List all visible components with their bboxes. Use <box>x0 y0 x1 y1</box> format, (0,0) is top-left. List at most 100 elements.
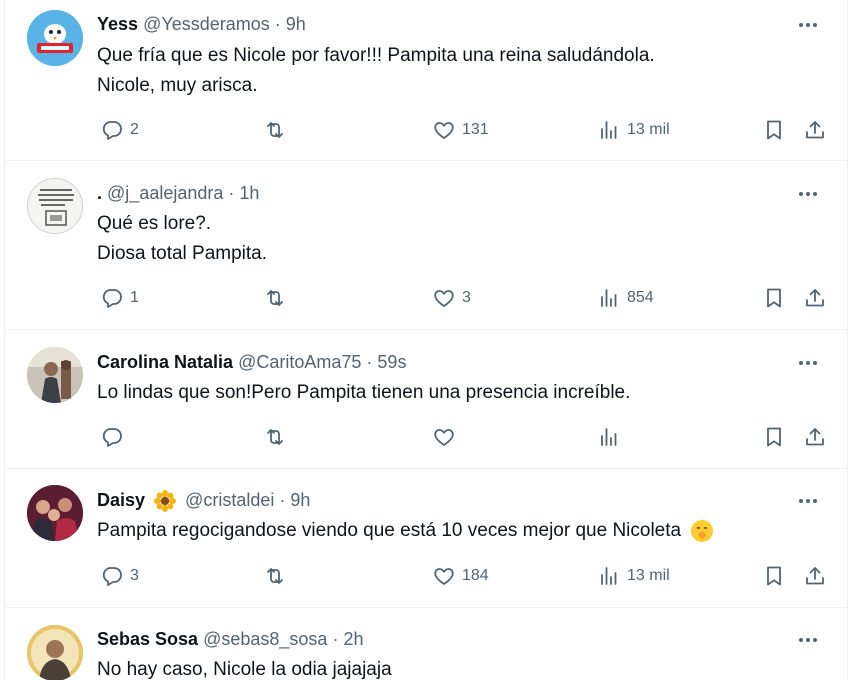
like-button[interactable] <box>432 423 462 451</box>
retweet-icon <box>267 429 283 445</box>
avatar[interactable] <box>27 178 83 234</box>
retweet-icon <box>267 290 283 306</box>
action-bar <box>97 423 837 451</box>
like-count: 3 <box>462 289 471 306</box>
view-count: 13 mil <box>627 121 670 138</box>
tweet-header: Sebas Sosa @sebas8_sosa · 2h <box>97 627 364 651</box>
handle[interactable]: @sebas8_sosa <box>203 629 327 649</box>
text-note-avatar-icon <box>28 179 82 233</box>
share-button[interactable] <box>803 423 827 451</box>
reply-button[interactable]: 3 <box>100 562 139 590</box>
like-button[interactable]: 184 <box>432 562 489 590</box>
action-bar: 3 184 13 mil <box>97 562 837 590</box>
avatar[interactable] <box>27 10 83 66</box>
reply-button[interactable]: 2 <box>100 116 139 144</box>
bookmark-button[interactable] <box>762 116 786 144</box>
handle[interactable]: @CaritoAma75 <box>238 352 361 372</box>
display-name[interactable]: . <box>97 183 102 203</box>
analytics-icon <box>601 567 617 585</box>
bookmark-icon <box>767 120 781 140</box>
tweet-2[interactable]: . @j_aalejandra · 1h Qué es lore?. Diosa… <box>5 161 847 329</box>
more-options-icon[interactable] <box>797 16 819 34</box>
timestamp[interactable]: 2h <box>343 629 363 649</box>
heart-icon <box>434 122 454 139</box>
heart-icon <box>434 568 454 585</box>
tweet-4[interactable]: Daisy @cristaldei · 9h Pampita regocigan… <box>5 469 847 607</box>
more-options-icon[interactable] <box>797 492 819 510</box>
views-button[interactable]: 13 mil <box>597 562 670 590</box>
display-name[interactable]: Carolina Natalia <box>97 352 233 372</box>
man-photo-avatar-icon <box>27 625 83 680</box>
tweet-header: . @j_aalejandra · 1h <box>97 181 259 205</box>
retweet-button[interactable] <box>263 423 293 451</box>
timestamp[interactable]: 9h <box>286 14 306 34</box>
retweet-button[interactable] <box>263 116 293 144</box>
analytics-icon <box>601 428 617 446</box>
tweet-3[interactable]: Carolina Natalia @CaritoAma75 · 59s Lo l… <box>5 330 847 468</box>
like-count: 184 <box>462 567 489 584</box>
share-button[interactable] <box>803 562 827 590</box>
tweet-text: No hay caso, Nicole la odia jajajaja <box>97 655 392 680</box>
separator: · <box>274 14 281 34</box>
like-button[interactable]: 3 <box>432 284 471 312</box>
group-photo-avatar-icon <box>27 485 83 541</box>
timestamp[interactable]: 59s <box>377 352 406 372</box>
tweet-text-line: Qué es lore?. <box>97 213 212 234</box>
retweet-button[interactable] <box>263 562 293 590</box>
display-name[interactable]: Daisy <box>97 490 145 510</box>
view-count: 13 mil <box>627 567 670 584</box>
reply-button[interactable] <box>100 423 130 451</box>
share-button[interactable] <box>803 284 827 312</box>
views-button[interactable]: 13 mil <box>597 116 670 144</box>
share-button[interactable] <box>803 116 827 144</box>
reply-count: 3 <box>130 567 139 584</box>
bookmark-button[interactable] <box>762 284 786 312</box>
right-border <box>847 0 848 680</box>
handle[interactable]: @Yessderamos <box>143 14 270 34</box>
more-options-icon[interactable] <box>797 631 819 649</box>
tweet-5[interactable]: Sebas Sosa @sebas8_sosa · 2h No hay caso… <box>5 608 847 680</box>
separator: · <box>228 183 235 203</box>
tweet-text-line: Diosa total Pampita. <box>97 243 268 264</box>
tweet-text: Que fría que es Nicole por favor!!! Pamp… <box>97 41 655 101</box>
tweet-1[interactable]: Yess @Yessderamos · 9h Que fría que es N… <box>5 0 847 160</box>
handle[interactable]: @j_aalejandra <box>107 183 223 203</box>
avatar[interactable] <box>27 625 83 680</box>
action-bar: 2 131 13 mil <box>97 116 837 144</box>
handle[interactable]: @cristaldei <box>185 490 274 510</box>
sunflower-emoji-icon <box>154 490 177 513</box>
bookmark-icon <box>767 288 781 308</box>
reply-icon <box>102 121 122 140</box>
display-name[interactable]: Sebas Sosa <box>97 629 198 649</box>
bookmark-button[interactable] <box>762 423 786 451</box>
timestamp[interactable]: 1h <box>239 183 259 203</box>
views-button[interactable] <box>597 423 627 451</box>
retweet-icon <box>267 568 283 584</box>
more-options-icon[interactable] <box>797 185 819 203</box>
avatar[interactable] <box>27 347 83 403</box>
share-icon <box>806 567 824 585</box>
bookmark-icon <box>767 566 781 586</box>
separator: · <box>366 352 373 372</box>
shushing-face-emoji-icon <box>691 519 714 542</box>
tweet-text-line: No hay caso, Nicole la odia jajajaja <box>97 659 392 680</box>
reply-button[interactable]: 1 <box>100 284 139 312</box>
timestamp[interactable]: 9h <box>290 490 310 510</box>
avatar[interactable] <box>27 485 83 541</box>
tweet-text: Qué es lore?. Diosa total Pampita. <box>97 209 267 269</box>
bookmark-button[interactable] <box>762 562 786 590</box>
retweet-button[interactable] <box>263 284 293 312</box>
display-name[interactable]: Yess <box>97 14 138 34</box>
tweet-text: Lo lindas que son!Pero Pampita tienen un… <box>97 378 630 408</box>
timeline: Yess @Yessderamos · 9h Que fría que es N… <box>0 0 862 680</box>
reply-count: 2 <box>130 121 139 138</box>
reply-count: 1 <box>130 289 139 306</box>
more-options-icon[interactable] <box>797 354 819 372</box>
separator: · <box>332 629 339 649</box>
views-button[interactable]: 854 <box>597 284 654 312</box>
analytics-icon <box>601 289 617 307</box>
tweet-text: Pampita regocigandose viendo que está 10… <box>97 516 714 546</box>
like-count: 131 <box>462 121 489 138</box>
like-button[interactable]: 131 <box>432 116 489 144</box>
follow-me-bird-avatar-icon <box>27 10 83 66</box>
